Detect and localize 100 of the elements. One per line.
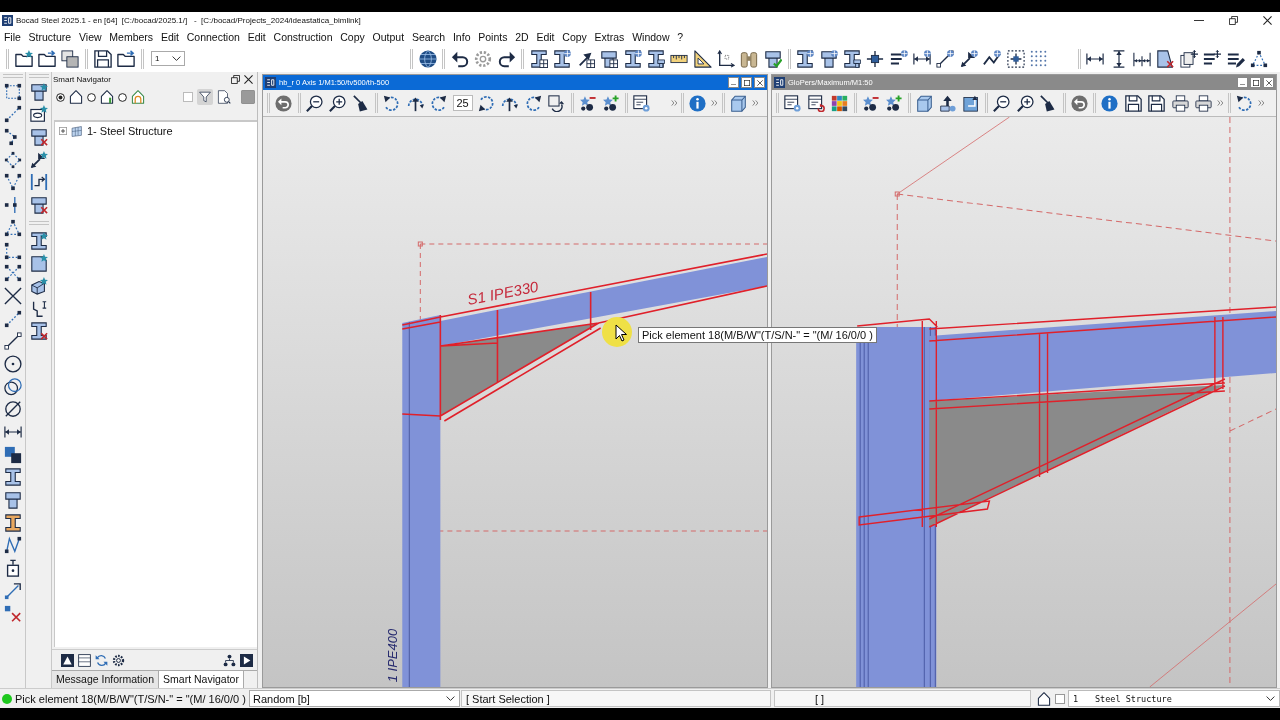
- rotate-icon[interactable]: [430, 94, 448, 112]
- arrow-flag-icon[interactable]: [959, 49, 978, 68]
- squares-icon[interactable]: [3, 445, 22, 464]
- double-chevron-icon[interactable]: [1257, 100, 1265, 106]
- bolt-grid-icon[interactable]: [600, 49, 619, 68]
- cube-icon[interactable]: [915, 94, 933, 112]
- radio-button[interactable]: [56, 92, 65, 102]
- rotate-icon[interactable]: [524, 94, 542, 112]
- filter-button[interactable]: [197, 89, 213, 105]
- save-icon[interactable]: [1124, 94, 1142, 112]
- polyline-icon[interactable]: [3, 536, 22, 555]
- house-icon[interactable]: [1037, 691, 1051, 706]
- info-icon[interactable]: [689, 94, 707, 112]
- tile-grid-icon[interactable]: [831, 94, 849, 112]
- layer-select[interactable]: 1: [150, 51, 185, 66]
- bolt-icon[interactable]: [3, 491, 22, 510]
- beam-plus-icon[interactable]: [623, 49, 642, 68]
- window-refresh-icon[interactable]: [807, 94, 825, 112]
- zoom-out-icon[interactable]: [305, 94, 323, 112]
- rotate-icon[interactable]: [383, 94, 401, 112]
- menu-item[interactable]: Edit: [243, 31, 270, 43]
- circles-icon[interactable]: [3, 377, 22, 396]
- bolt-star-icon[interactable]: [29, 82, 48, 101]
- hierarchy-icon[interactable]: [223, 653, 236, 667]
- panel-tab[interactable]: Message Information: [52, 671, 160, 688]
- save-icon[interactable]: [93, 49, 112, 68]
- rotate-icon[interactable]: [477, 94, 495, 112]
- refresh-icon[interactable]: [95, 653, 108, 667]
- cube-icon[interactable]: [729, 94, 747, 112]
- double-chevron-icon[interactable]: [711, 100, 718, 106]
- dashed-select-icon[interactable]: [1006, 49, 1025, 68]
- cross-lines-icon[interactable]: [3, 286, 22, 305]
- menu-item[interactable]: Extras: [590, 31, 629, 43]
- printer-icon[interactable]: [1195, 94, 1213, 112]
- beam-bolt-icon[interactable]: [646, 49, 665, 68]
- dotted-corner-icon[interactable]: [3, 241, 22, 260]
- undo-circle-icon[interactable]: [275, 94, 293, 112]
- selection-mode-dropdown[interactable]: Random [b]: [249, 690, 460, 707]
- menu-item[interactable]: Members: [105, 31, 157, 43]
- minimize-icon[interactable]: [1194, 19, 1204, 22]
- double-chevron-icon[interactable]: [751, 100, 759, 106]
- restore-icon[interactable]: [231, 74, 240, 84]
- maximize-button[interactable]: [1250, 77, 1261, 88]
- layer-dropdown[interactable]: 1 Steel Structure: [1068, 690, 1280, 707]
- zoom-in-icon[interactable]: [329, 94, 347, 112]
- plate-star-icon[interactable]: [29, 254, 48, 273]
- close-icon[interactable]: [244, 74, 253, 84]
- bolt-x-icon[interactable]: [29, 196, 48, 215]
- tree-item[interactable]: 1- Steel Structure: [87, 125, 173, 137]
- menu-item[interactable]: ?: [673, 31, 688, 43]
- restore-icon[interactable]: [1229, 16, 1238, 25]
- menu-item[interactable]: Search: [408, 31, 450, 43]
- save-icon[interactable]: [1148, 94, 1166, 112]
- menu-item[interactable]: File: [0, 31, 25, 43]
- settings-icon[interactable]: [112, 653, 125, 667]
- menu-item[interactable]: Connection: [182, 31, 244, 43]
- dotted-line-icon[interactable]: [3, 309, 22, 328]
- dotted-diamond-icon[interactable]: [3, 150, 22, 169]
- beam-bolt-icon[interactable]: [842, 49, 861, 68]
- printer-icon[interactable]: [1171, 94, 1189, 112]
- beam-star-icon[interactable]: [29, 231, 48, 250]
- expand-toggle-icon[interactable]: [59, 127, 67, 135]
- house-mark-icon[interactable]: [100, 90, 114, 104]
- crosshair-icon[interactable]: [866, 49, 885, 68]
- zoom-in-icon[interactable]: [1016, 94, 1034, 112]
- beam-x-icon[interactable]: [29, 322, 48, 341]
- house-icon[interactable]: [69, 90, 83, 104]
- radio-button[interactable]: [87, 92, 96, 102]
- folder-arrow-icon[interactable]: [38, 49, 57, 68]
- menu-item[interactable]: Construction: [269, 31, 337, 43]
- window-icon[interactable]: [78, 653, 91, 667]
- menu-item[interactable]: Edit: [157, 31, 183, 43]
- star-minus-icon[interactable]: [578, 94, 596, 112]
- dot-grid-icon[interactable]: [1029, 49, 1048, 68]
- info-icon[interactable]: [1101, 94, 1119, 112]
- close-button[interactable]: [754, 77, 765, 88]
- slot-star-icon[interactable]: [29, 105, 48, 124]
- circle-icon[interactable]: [3, 354, 22, 373]
- menu-item[interactable]: View: [75, 31, 106, 43]
- circle-slash-icon[interactable]: [3, 400, 22, 419]
- bolt-plus-icon[interactable]: [819, 49, 838, 68]
- arrow-line-icon[interactable]: [3, 581, 22, 600]
- menu-item[interactable]: Window: [628, 31, 674, 43]
- frame-rotate-icon[interactable]: [548, 94, 566, 112]
- folder-star-icon[interactable]: [14, 49, 33, 68]
- dotted-v-icon[interactable]: [3, 173, 22, 192]
- bolt-check-icon[interactable]: [763, 49, 782, 68]
- beam-plus-icon[interactable]: [553, 49, 572, 68]
- bolt-x-icon[interactable]: [29, 128, 48, 147]
- window-gear-icon[interactable]: [784, 94, 802, 112]
- menu-item[interactable]: Info: [449, 31, 475, 43]
- broom-icon[interactable]: [352, 94, 370, 112]
- double-chevron-icon[interactable]: [1217, 100, 1224, 106]
- zigzag-icon[interactable]: [983, 49, 1002, 68]
- double-chevron-icon[interactable]: [670, 100, 678, 106]
- beam-icon[interactable]: [3, 468, 22, 487]
- checkbox[interactable]: [1055, 693, 1065, 704]
- copy-move-icon[interactable]: [1179, 49, 1198, 68]
- dotted-cross-icon[interactable]: [3, 264, 22, 283]
- axes-icon[interactable]: [717, 49, 736, 68]
